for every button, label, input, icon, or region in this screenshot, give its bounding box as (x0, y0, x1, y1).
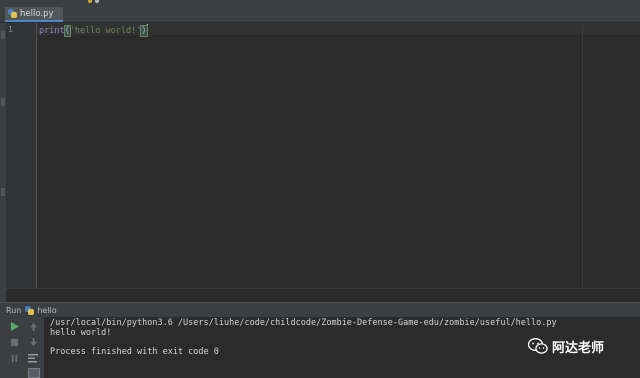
tool-window-button[interactable] (1, 98, 5, 106)
run-config-name[interactable]: hello (37, 306, 56, 315)
pause-icon[interactable] (9, 353, 19, 363)
python-file-icon (8, 9, 17, 18)
right-margin-guide (582, 23, 583, 288)
run-panel-title: Run (6, 305, 22, 315)
console-line: /usr/local/bin/python3.6 /Users/liuhe/co… (50, 318, 557, 328)
arrow-up-icon[interactable] (28, 321, 38, 331)
tab-hello-py[interactable]: hello.py (5, 7, 63, 22)
wechat-icon (527, 338, 548, 354)
stop-icon[interactable] (9, 337, 19, 347)
tool-window-button[interactable] (1, 188, 5, 196)
toolbar-marker (95, 0, 99, 3)
toolbar-marker (88, 0, 92, 3)
code-line[interactable]: print('hello world!') (39, 24, 148, 37)
tool-window-button[interactable] (1, 31, 5, 39)
code-editor[interactable]: print('hello world!') (37, 23, 640, 288)
watermark-text: 阿达老师 (552, 340, 605, 356)
watermark: 阿达老师 (527, 335, 605, 357)
python-run-config-icon (25, 305, 35, 315)
tab-label: hello.py (20, 8, 54, 19)
editor-tab-bar: hello.py (0, 6, 640, 23)
console-settings-icon[interactable] (28, 368, 40, 378)
code-string: 'hello world!' (69, 26, 142, 36)
console-line: hello world! (50, 328, 112, 338)
arrow-down-icon[interactable] (28, 337, 38, 347)
code-function: print (39, 26, 65, 36)
text-caret (146, 24, 148, 34)
run-tool-header: Run hello (0, 302, 640, 317)
run-toolbar (6, 317, 44, 378)
line-number: 1 (8, 25, 13, 34)
play-icon[interactable] (9, 321, 19, 331)
editor-horizontal-scrollbar[interactable] (6, 288, 640, 301)
console-line: Process finished with exit code 0 (50, 347, 219, 357)
line-number-gutter: 1 (6, 23, 37, 288)
wrap-icon[interactable] (28, 353, 38, 363)
